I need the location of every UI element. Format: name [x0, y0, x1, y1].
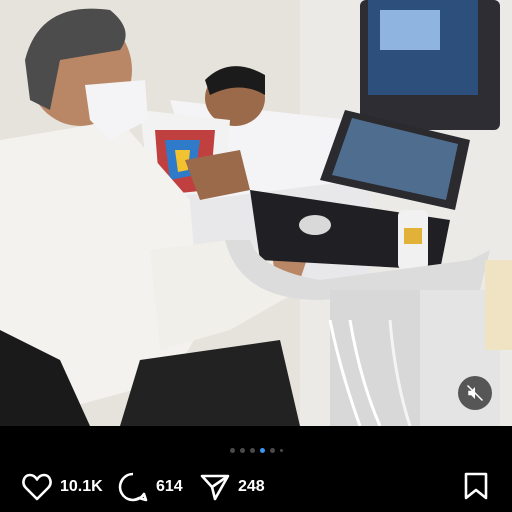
carousel-dot — [279, 448, 283, 452]
post-photo[interactable] — [0, 0, 512, 426]
carousel-dot-active — [259, 447, 265, 453]
carousel-dot — [229, 447, 235, 453]
paper-plane-icon — [200, 474, 230, 501]
comment-bubble-icon — [118, 472, 148, 502]
share-count: 248 — [238, 478, 265, 495]
bookmark-icon — [464, 472, 488, 500]
muted-speaker-icon — [466, 384, 484, 402]
heart-icon — [22, 473, 52, 501]
carousel-indicator — [0, 446, 512, 454]
mute-button[interactable] — [458, 376, 492, 410]
like-count: 10.1K — [60, 478, 103, 495]
share-button[interactable]: 248 — [200, 470, 265, 504]
carousel-dot — [239, 447, 245, 453]
carousel-dot — [249, 447, 255, 453]
comment-count: 614 — [156, 478, 183, 495]
like-button[interactable]: 10.1K — [22, 470, 103, 504]
save-button[interactable] — [464, 472, 488, 505]
comment-button[interactable]: 614 — [118, 470, 183, 504]
post-actions: 10.1K 614 248 — [0, 470, 512, 504]
carousel-dot — [269, 447, 275, 453]
